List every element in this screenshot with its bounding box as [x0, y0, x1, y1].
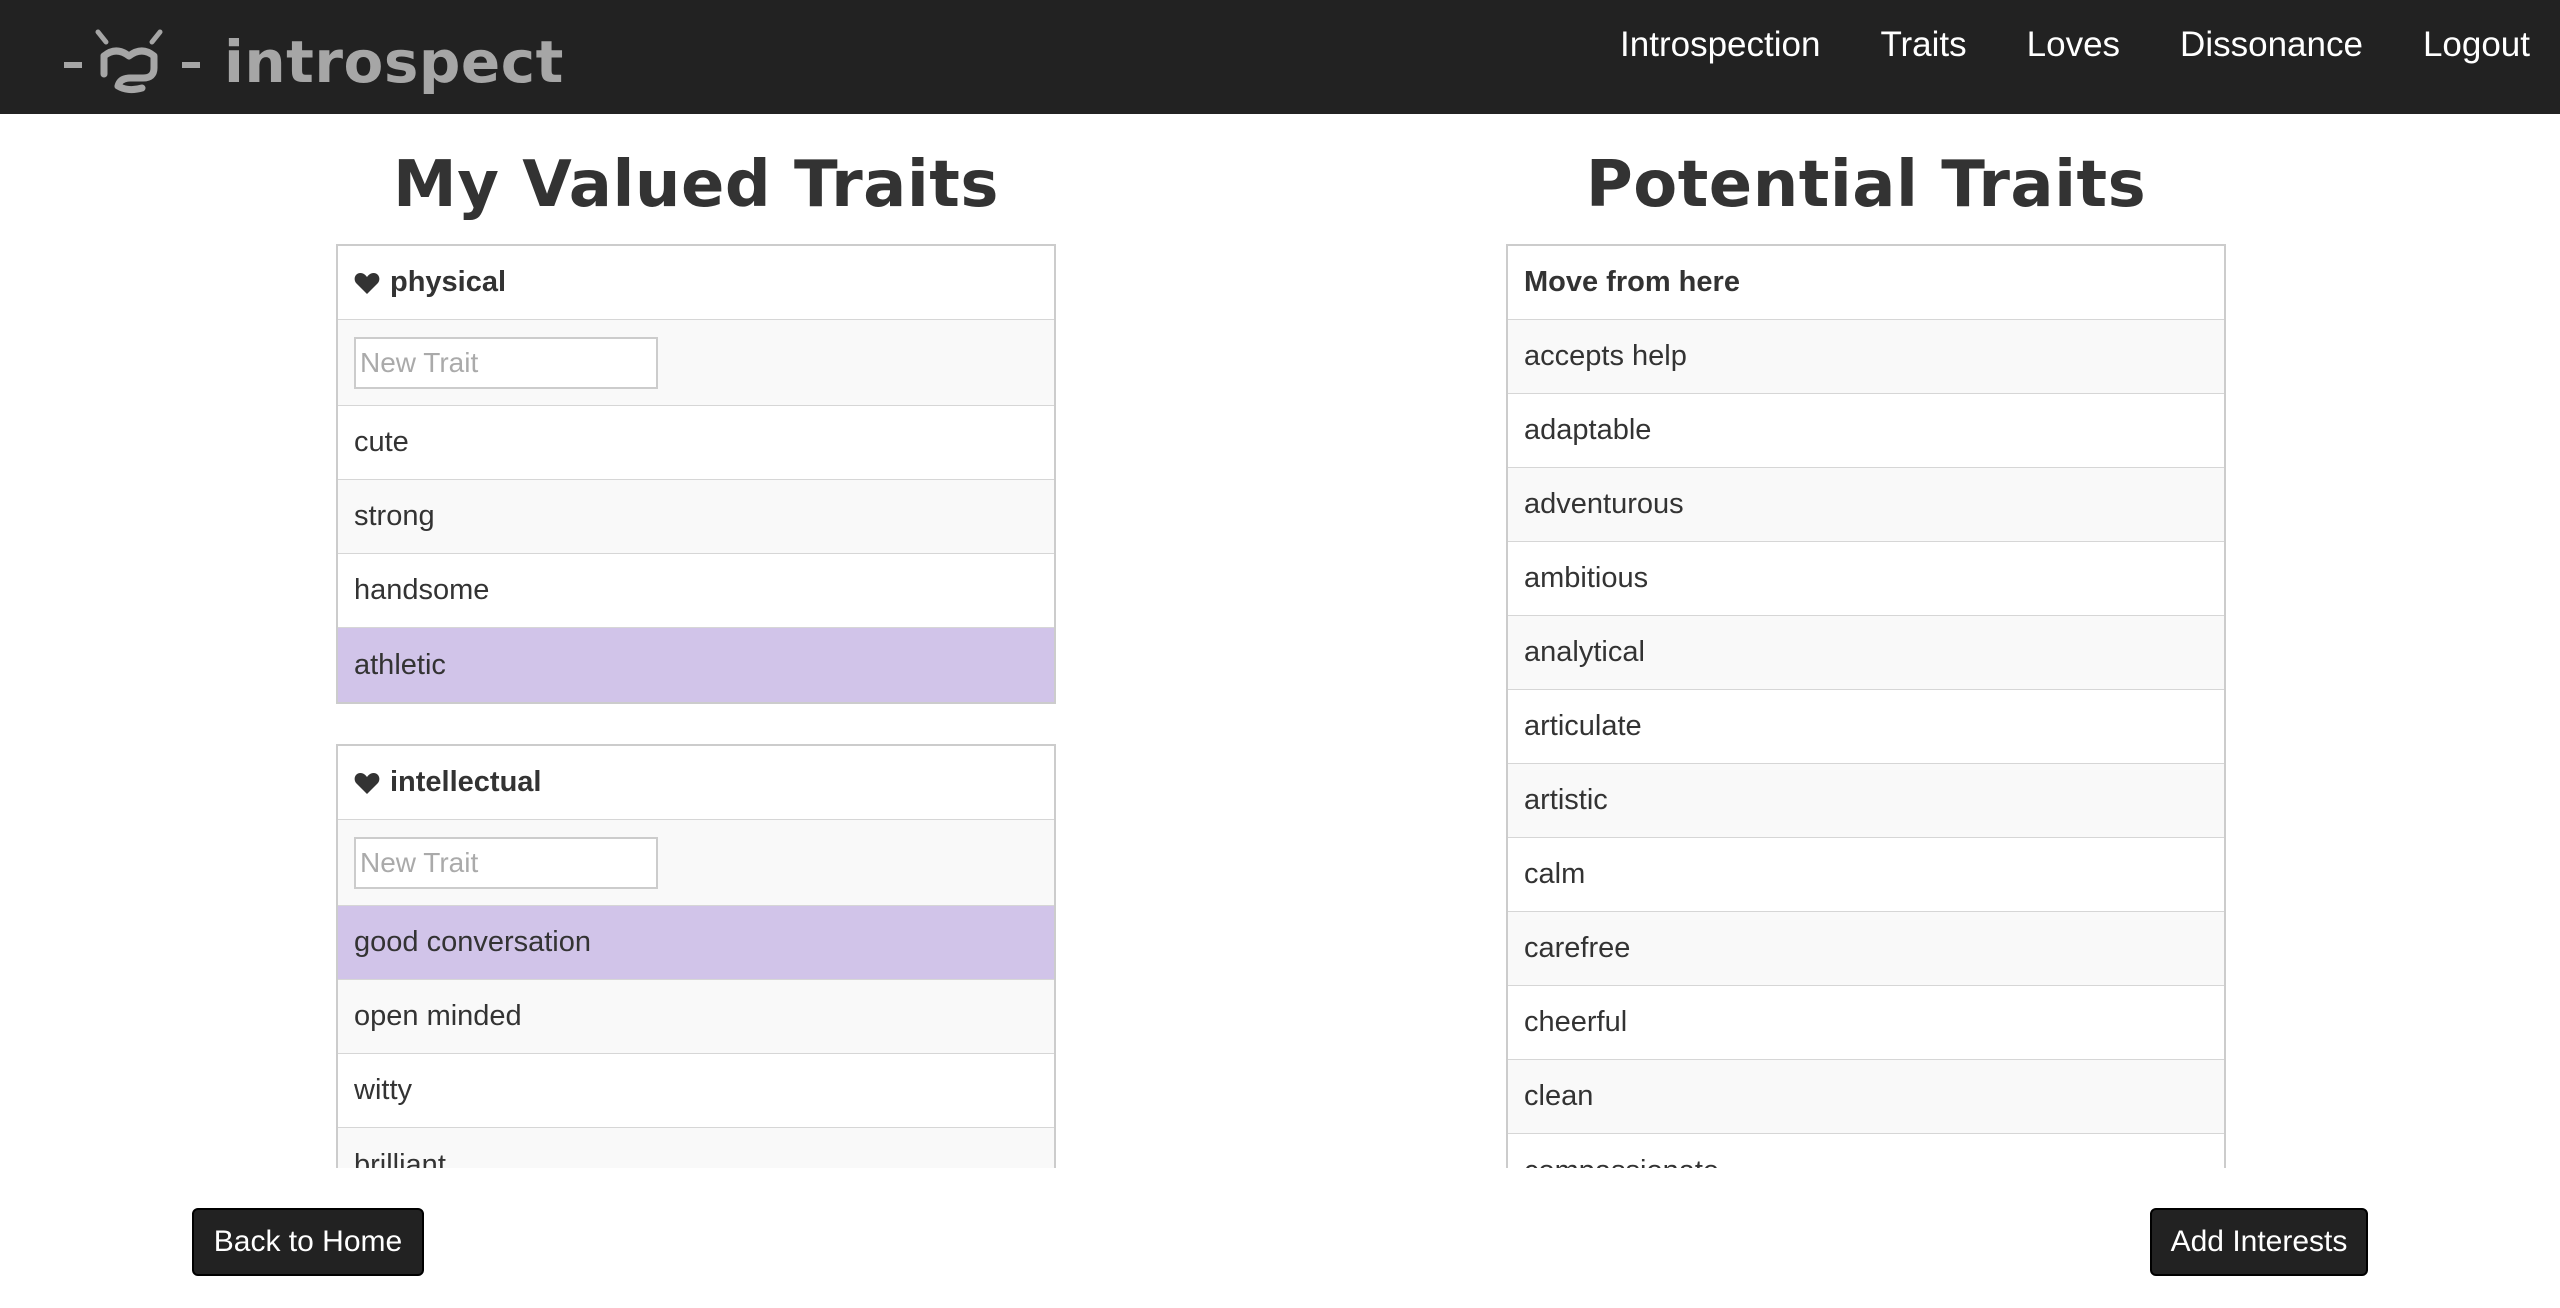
group-name: intellectual [390, 766, 542, 798]
brand-name: introspect [224, 28, 564, 96]
trait-group-physical: physical cute strong handsome athletic [336, 244, 1056, 704]
potential-trait-item[interactable]: analytical [1508, 616, 2224, 690]
potential-trait-item[interactable]: cheerful [1508, 986, 2224, 1060]
nav-links: Introspection Traits Loves Dissonance Lo… [1620, 0, 2560, 90]
new-trait-input[interactable] [354, 336, 658, 389]
trait-item-selected[interactable]: good conversation [338, 906, 1054, 980]
back-to-home-button[interactable]: Back to Home [192, 1208, 424, 1276]
new-trait-input[interactable] [354, 836, 658, 889]
potential-trait-item[interactable]: artistic [1508, 764, 2224, 838]
potential-trait-item[interactable]: carefree [1508, 912, 2224, 986]
new-trait-row [338, 320, 1054, 406]
navbar: introspect Introspection Traits Loves Di… [0, 0, 2560, 114]
potential-trait-item[interactable]: calm [1508, 838, 2224, 912]
heart-icon [354, 772, 380, 794]
nav-introspection[interactable]: Introspection [1620, 25, 1820, 65]
trait-group-intellectual: intellectual good conversation open mind… [336, 744, 1056, 1168]
potential-trait-item[interactable]: adaptable [1508, 394, 2224, 468]
valued-traits-title: My Valued Traits [393, 148, 999, 222]
trait-item[interactable]: brilliant [338, 1128, 1054, 1168]
nav-traits[interactable]: Traits [1880, 25, 1966, 65]
group-header: intellectual [338, 746, 1054, 820]
new-trait-row [338, 820, 1054, 906]
nav-dissonance[interactable]: Dissonance [2180, 25, 2363, 65]
heart-icon [354, 272, 380, 294]
potential-trait-item[interactable]: clean [1508, 1060, 2224, 1134]
potential-traits-title: Potential Traits [1585, 148, 2147, 222]
potential-traits-list: Move from here accepts help adaptable ad… [1506, 244, 2226, 1168]
trait-item[interactable]: strong [338, 480, 1054, 554]
logo-icon [64, 29, 200, 94]
nav-loves[interactable]: Loves [2027, 25, 2120, 65]
brand-logo[interactable]: introspect [60, 22, 564, 98]
trait-item[interactable]: witty [338, 1054, 1054, 1128]
group-header: physical [338, 246, 1054, 320]
potential-trait-item[interactable]: articulate [1508, 690, 2224, 764]
list-header: Move from here [1508, 246, 2224, 320]
potential-trait-item[interactable]: ambitious [1508, 542, 2224, 616]
trait-item[interactable]: handsome [338, 554, 1054, 628]
trait-item-selected[interactable]: athletic [338, 628, 1054, 702]
group-name: physical [390, 266, 507, 298]
potential-trait-item[interactable]: accepts help [1508, 320, 2224, 394]
trait-item[interactable]: open minded [338, 980, 1054, 1054]
add-interests-button[interactable]: Add Interests [2150, 1208, 2368, 1276]
nav-logout[interactable]: Logout [2423, 25, 2530, 65]
valued-traits-panel[interactable]: physical cute strong handsome athletic i… [336, 244, 1056, 1168]
potential-trait-item[interactable]: adventurous [1508, 468, 2224, 542]
trait-item[interactable]: cute [338, 406, 1054, 480]
potential-trait-item[interactable]: compassionate [1508, 1134, 2224, 1169]
potential-traits-panel[interactable]: Move from here accepts help adaptable ad… [1506, 244, 2226, 1168]
